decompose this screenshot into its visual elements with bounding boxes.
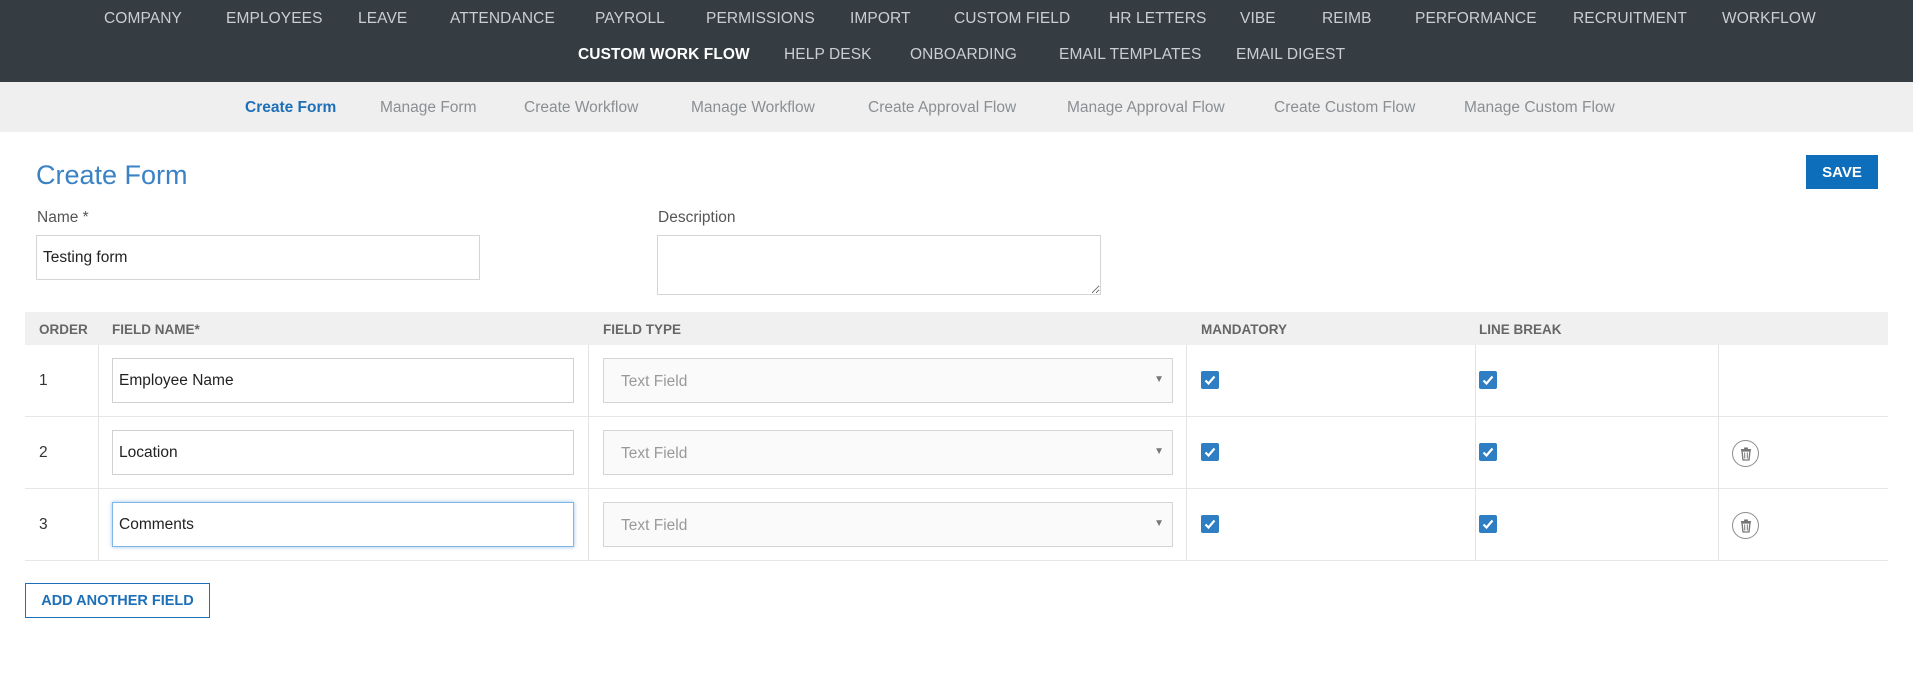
- nav-item-email-digest[interactable]: EMAIL DIGEST: [1236, 46, 1345, 64]
- tab-create-form[interactable]: Create Form: [245, 99, 336, 117]
- form-name-input[interactable]: [36, 235, 480, 280]
- trash-icon: [1741, 447, 1751, 461]
- caret-down-icon: ▼: [1154, 446, 1164, 457]
- add-another-field-button[interactable]: ADD ANOTHER FIELD: [25, 583, 210, 618]
- nav-item-onboarding[interactable]: ONBOARDING: [910, 46, 1017, 64]
- field-name-input[interactable]: [112, 358, 574, 403]
- page-title: Create Form: [36, 160, 188, 190]
- field-type-select[interactable]: Text Field ▼: [603, 358, 1173, 403]
- check-icon: [1204, 519, 1216, 530]
- field-type-value: Text Field: [621, 517, 688, 534]
- field-name-input[interactable]: [112, 502, 574, 547]
- top-nav: COMPANY EMPLOYEES LEAVE ATTENDANCE PAYRO…: [0, 0, 1913, 82]
- row-order: 3: [39, 516, 48, 533]
- tab-manage-approval-flow[interactable]: Manage Approval Flow: [1067, 99, 1225, 117]
- nav-item-performance[interactable]: PERFORMANCE: [1415, 10, 1537, 28]
- nav-item-payroll[interactable]: PAYROLL: [595, 10, 665, 28]
- description-label: Description: [658, 209, 736, 226]
- check-icon: [1204, 375, 1216, 386]
- line-break-checkbox[interactable]: [1479, 515, 1497, 533]
- nav-item-workflow[interactable]: WORKFLOW: [1722, 10, 1816, 28]
- nav-item-employees[interactable]: EMPLOYEES: [226, 10, 323, 28]
- field-name-input[interactable]: [112, 430, 574, 475]
- tab-manage-workflow[interactable]: Manage Workflow: [691, 99, 815, 117]
- field-type-value: Text Field: [621, 445, 688, 462]
- field-type-select[interactable]: Text Field ▼: [603, 502, 1173, 547]
- header-line-break: LINE BREAK: [1479, 322, 1562, 337]
- tab-create-approval-flow[interactable]: Create Approval Flow: [868, 99, 1016, 117]
- nav-item-recruitment[interactable]: RECRUITMENT: [1573, 10, 1687, 28]
- header-field-name: FIELD NAME*: [112, 322, 200, 337]
- check-icon: [1482, 447, 1494, 458]
- nav-item-reimb[interactable]: REIMB: [1322, 10, 1372, 28]
- nav-item-custom-work-flow[interactable]: CUSTOM WORK FLOW: [578, 46, 750, 64]
- sub-nav: Create Form Manage Form Create Workflow …: [0, 82, 1913, 132]
- table-row: 1 Text Field ▼: [25, 345, 1888, 417]
- name-label: Name *: [37, 209, 89, 226]
- tab-manage-custom-flow[interactable]: Manage Custom Flow: [1464, 99, 1615, 117]
- table-row: 2 Text Field ▼: [25, 417, 1888, 489]
- nav-item-import[interactable]: IMPORT: [850, 10, 911, 28]
- delete-row-button[interactable]: [1732, 512, 1759, 539]
- save-button[interactable]: SAVE: [1806, 155, 1878, 189]
- field-type-value: Text Field: [621, 373, 688, 390]
- nav-item-help-desk[interactable]: HELP DESK: [784, 46, 872, 64]
- mandatory-checkbox[interactable]: [1201, 515, 1219, 533]
- row-order: 2: [39, 444, 48, 461]
- nav-item-permissions[interactable]: PERMISSIONS: [706, 10, 815, 28]
- header-mandatory: MANDATORY: [1201, 322, 1287, 337]
- tab-create-custom-flow[interactable]: Create Custom Flow: [1274, 99, 1415, 117]
- description-textarea[interactable]: [657, 235, 1101, 295]
- field-type-select[interactable]: Text Field ▼: [603, 430, 1173, 475]
- nav-item-attendance[interactable]: ATTENDANCE: [450, 10, 555, 28]
- nav-item-hr-letters[interactable]: HR LETTERS: [1109, 10, 1206, 28]
- nav-item-vibe[interactable]: VIBE: [1240, 10, 1276, 28]
- delete-row-button[interactable]: [1732, 440, 1759, 467]
- fields-table-header: ORDER FIELD NAME* FIELD TYPE MANDATORY L…: [25, 312, 1888, 345]
- tab-create-workflow[interactable]: Create Workflow: [524, 99, 638, 117]
- line-break-checkbox[interactable]: [1479, 443, 1497, 461]
- header-order: ORDER: [39, 322, 88, 337]
- header-field-type: FIELD TYPE: [603, 322, 682, 337]
- row-order: 1: [39, 372, 48, 389]
- check-icon: [1482, 519, 1494, 530]
- caret-down-icon: ▼: [1154, 374, 1164, 385]
- nav-item-custom-field[interactable]: CUSTOM FIELD: [954, 10, 1070, 28]
- trash-icon: [1741, 519, 1751, 533]
- nav-item-email-templates[interactable]: EMAIL TEMPLATES: [1059, 46, 1201, 64]
- caret-down-icon: ▼: [1154, 518, 1164, 529]
- check-icon: [1204, 447, 1216, 458]
- tab-manage-form[interactable]: Manage Form: [380, 99, 476, 117]
- nav-item-company[interactable]: COMPANY: [104, 10, 182, 28]
- nav-item-leave[interactable]: LEAVE: [358, 10, 407, 28]
- mandatory-checkbox[interactable]: [1201, 443, 1219, 461]
- table-row: 3 Text Field ▼: [25, 489, 1888, 561]
- mandatory-checkbox[interactable]: [1201, 371, 1219, 389]
- check-icon: [1482, 375, 1494, 386]
- line-break-checkbox[interactable]: [1479, 371, 1497, 389]
